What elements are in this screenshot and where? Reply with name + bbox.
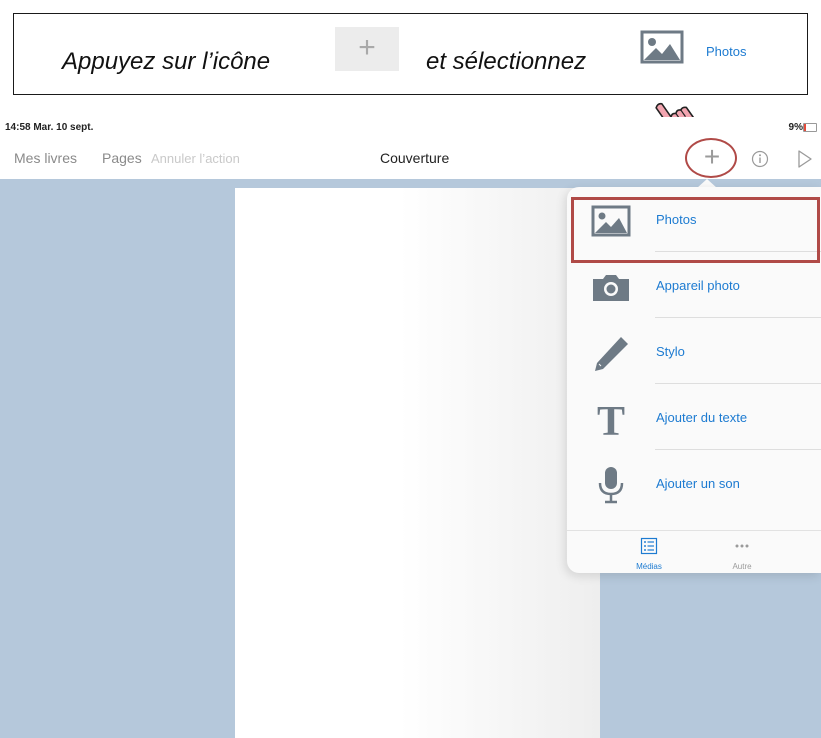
instruction-text-end: et sélectionnez bbox=[426, 48, 587, 75]
photos-highlight-box bbox=[571, 197, 820, 263]
more-icon bbox=[733, 542, 751, 559]
pages-button[interactable]: Pages bbox=[102, 150, 142, 166]
info-icon[interactable] bbox=[751, 150, 769, 173]
my-books-button[interactable]: Mes livres bbox=[14, 150, 77, 166]
menu-item-add-sound[interactable]: Ajouter un son bbox=[567, 451, 821, 516]
battery-percent: 9% bbox=[788, 122, 803, 133]
add-button-highlight-ring bbox=[685, 138, 737, 178]
toolbar: Mes livres Pages Annuler l’action Couver… bbox=[0, 138, 821, 179]
tab-media-label: Médias bbox=[636, 562, 662, 571]
pen-icon bbox=[591, 333, 631, 373]
instruction-text-start: Appuyez sur l’icône bbox=[62, 48, 271, 75]
status-bar: 14:58 Mar. 10 sept. 9% bbox=[0, 117, 821, 139]
photos-label-illustration: Photos bbox=[706, 44, 747, 59]
menu-item-label: Stylo bbox=[656, 344, 685, 359]
popover-tab-bar: Médias Autre bbox=[567, 530, 821, 574]
menu-item-add-text[interactable]: T Ajouter du texte bbox=[567, 385, 821, 450]
menu-item-label: Ajouter un son bbox=[656, 476, 740, 491]
tab-other[interactable]: Autre bbox=[712, 537, 772, 571]
text-icon: T bbox=[591, 399, 631, 445]
menu-item-label: Ajouter du texte bbox=[656, 410, 748, 425]
tab-media[interactable]: Médias bbox=[619, 537, 679, 571]
microphone-icon bbox=[591, 465, 631, 505]
book-page[interactable] bbox=[235, 188, 600, 738]
plus-icon-illustration: + bbox=[335, 27, 399, 71]
menu-item-pen[interactable]: Stylo bbox=[567, 319, 821, 384]
menu-item-label: Appareil photo bbox=[656, 278, 740, 293]
undo-button[interactable]: Annuler l’action bbox=[151, 151, 240, 166]
list-icon bbox=[640, 537, 658, 559]
camera-icon bbox=[591, 267, 631, 307]
instruction-banner: Appuyez sur l’icône + et sélectionnez Ph… bbox=[13, 13, 808, 95]
page-title: Couverture bbox=[380, 150, 450, 166]
svg-text:T: T bbox=[597, 399, 625, 439]
status-time: 14:58 Mar. 10 sept. bbox=[5, 122, 94, 133]
play-icon[interactable] bbox=[797, 150, 813, 173]
photos-icon bbox=[640, 30, 684, 69]
battery-icon bbox=[803, 123, 817, 132]
tab-other-label: Autre bbox=[732, 562, 752, 571]
